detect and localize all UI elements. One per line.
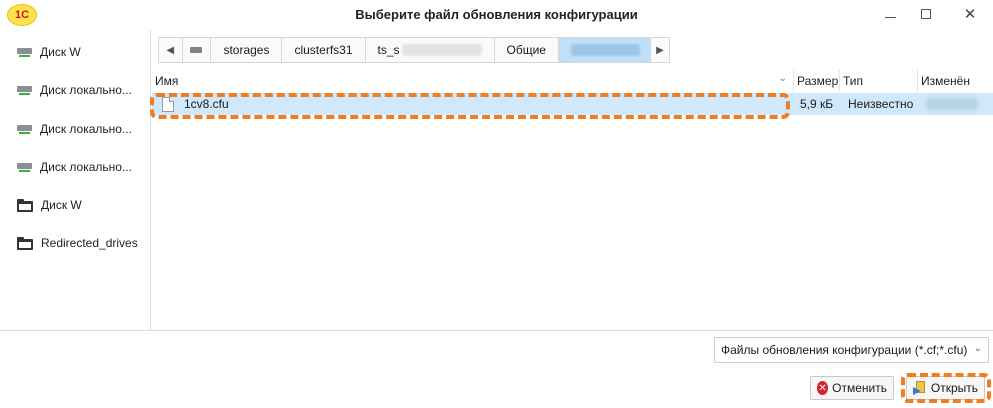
chevron-left-icon: ◀: [166, 44, 175, 56]
breadcrumb-scroll-right-button[interactable]: ▶: [651, 38, 669, 62]
cancel-icon: ✕: [817, 381, 829, 395]
sidebar-item-local-disk-3[interactable]: Диск локально...: [17, 157, 147, 177]
redacted-text: [926, 98, 978, 110]
breadcrumb-item-ts[interactable]: ts_s: [366, 38, 495, 62]
close-button[interactable]: ✕: [956, 3, 984, 25]
sidebar-item-label: Диск локально...: [40, 122, 132, 136]
column-header-label: Изменён: [921, 74, 970, 88]
folder-icon: [17, 236, 33, 250]
drive-icon: [17, 123, 32, 135]
open-file-icon: [913, 381, 927, 395]
file-size: 5,9 кБ: [800, 97, 834, 111]
sidebar-item-folder-disk-w[interactable]: Диск W: [17, 195, 147, 215]
maximize-button[interactable]: [912, 3, 940, 25]
chevron-down-icon: ⌄: [973, 343, 982, 354]
column-header-label: Размер: [797, 74, 839, 88]
breadcrumb-item-storages[interactable]: storages: [211, 38, 283, 62]
breadcrumb-item-label: ts_s: [377, 43, 400, 57]
folder-icon: [17, 198, 33, 212]
column-header-label: Имя: [155, 74, 179, 88]
drive-icon: [17, 161, 32, 173]
breadcrumb-root-drive[interactable]: [183, 38, 212, 62]
sidebar-item-redirected-drives[interactable]: Redirected_drives: [17, 233, 147, 253]
column-header-type[interactable]: Тип: [840, 70, 918, 92]
filter-selected-value: Файлы обновления конфигурации (*.cf;*.cf…: [721, 343, 968, 357]
sidebar-item-disk-w[interactable]: Диск W: [17, 42, 147, 62]
dialog-title: Выберите файл обновления конфигурации: [355, 7, 638, 22]
chevron-right-icon: ▶: [656, 44, 664, 56]
sidebar-item-label: Диск W: [40, 45, 81, 59]
file-type: Неизвестно: [848, 97, 914, 111]
drive-icon: [17, 84, 32, 96]
file-name: 1cv8.cfu: [184, 97, 229, 111]
sidebar-item-label: Диск локально...: [40, 160, 132, 174]
redacted-text: [570, 44, 640, 56]
open-button[interactable]: Открыть: [906, 376, 985, 400]
breadcrumb: ◀ storages clusterfs31 ts_s Общие ▶: [158, 37, 670, 63]
drive-icon: [190, 47, 203, 53]
sidebar-item-label: Диск локально...: [40, 83, 132, 97]
drive-icon: [17, 46, 32, 58]
sidebar-item-label: Redirected_drives: [41, 236, 138, 250]
file-name-cell: 1cv8.cfu: [162, 93, 782, 115]
breadcrumb-scroll-left-button[interactable]: ◀: [159, 38, 183, 62]
file-modified: [926, 93, 978, 115]
title-bar: 1С Выберите файл обновления конфигурации…: [0, 0, 993, 30]
file-type-filter-select[interactable]: Файлы обновления конфигурации (*.cf;*.cf…: [714, 337, 989, 363]
breadcrumb-item-shared[interactable]: Общие: [495, 38, 559, 62]
minimize-button[interactable]: [876, 3, 904, 25]
breadcrumb-item-current[interactable]: [558, 38, 651, 62]
column-header-label: Тип: [843, 74, 864, 88]
column-header-size[interactable]: Размер: [794, 70, 840, 92]
column-header-name[interactable]: Имя ⌄: [152, 70, 794, 92]
breadcrumb-item-clusterfs31[interactable]: clusterfs31: [282, 38, 366, 62]
sidebar: Диск W Диск локально... Диск локально...…: [0, 30, 151, 330]
close-icon: ✕: [963, 6, 977, 23]
open-button-label: Открыть: [930, 381, 978, 395]
table-row[interactable]: 1cv8.cfu 5,9 кБ Неизвестно: [152, 93, 993, 115]
column-header-modified[interactable]: Изменён: [918, 70, 993, 92]
redacted-text: [401, 44, 482, 56]
minimize-icon: [884, 16, 896, 18]
sidebar-item-label: Диск W: [41, 198, 82, 212]
divider: [0, 330, 993, 331]
file-icon: [162, 96, 174, 112]
sidebar-item-local-disk-1[interactable]: Диск локально...: [17, 80, 147, 100]
maximize-icon: [921, 9, 931, 19]
sort-descending-icon: ⌄: [778, 73, 787, 84]
cancel-button[interactable]: ✕ Отменить: [810, 376, 894, 400]
sidebar-item-local-disk-2[interactable]: Диск локально...: [17, 119, 147, 139]
file-list: Имя ⌄ Размер Тип Изменён 1cv8.cfu 5,9 кБ…: [152, 70, 993, 330]
cancel-button-label: Отменить: [832, 381, 887, 395]
